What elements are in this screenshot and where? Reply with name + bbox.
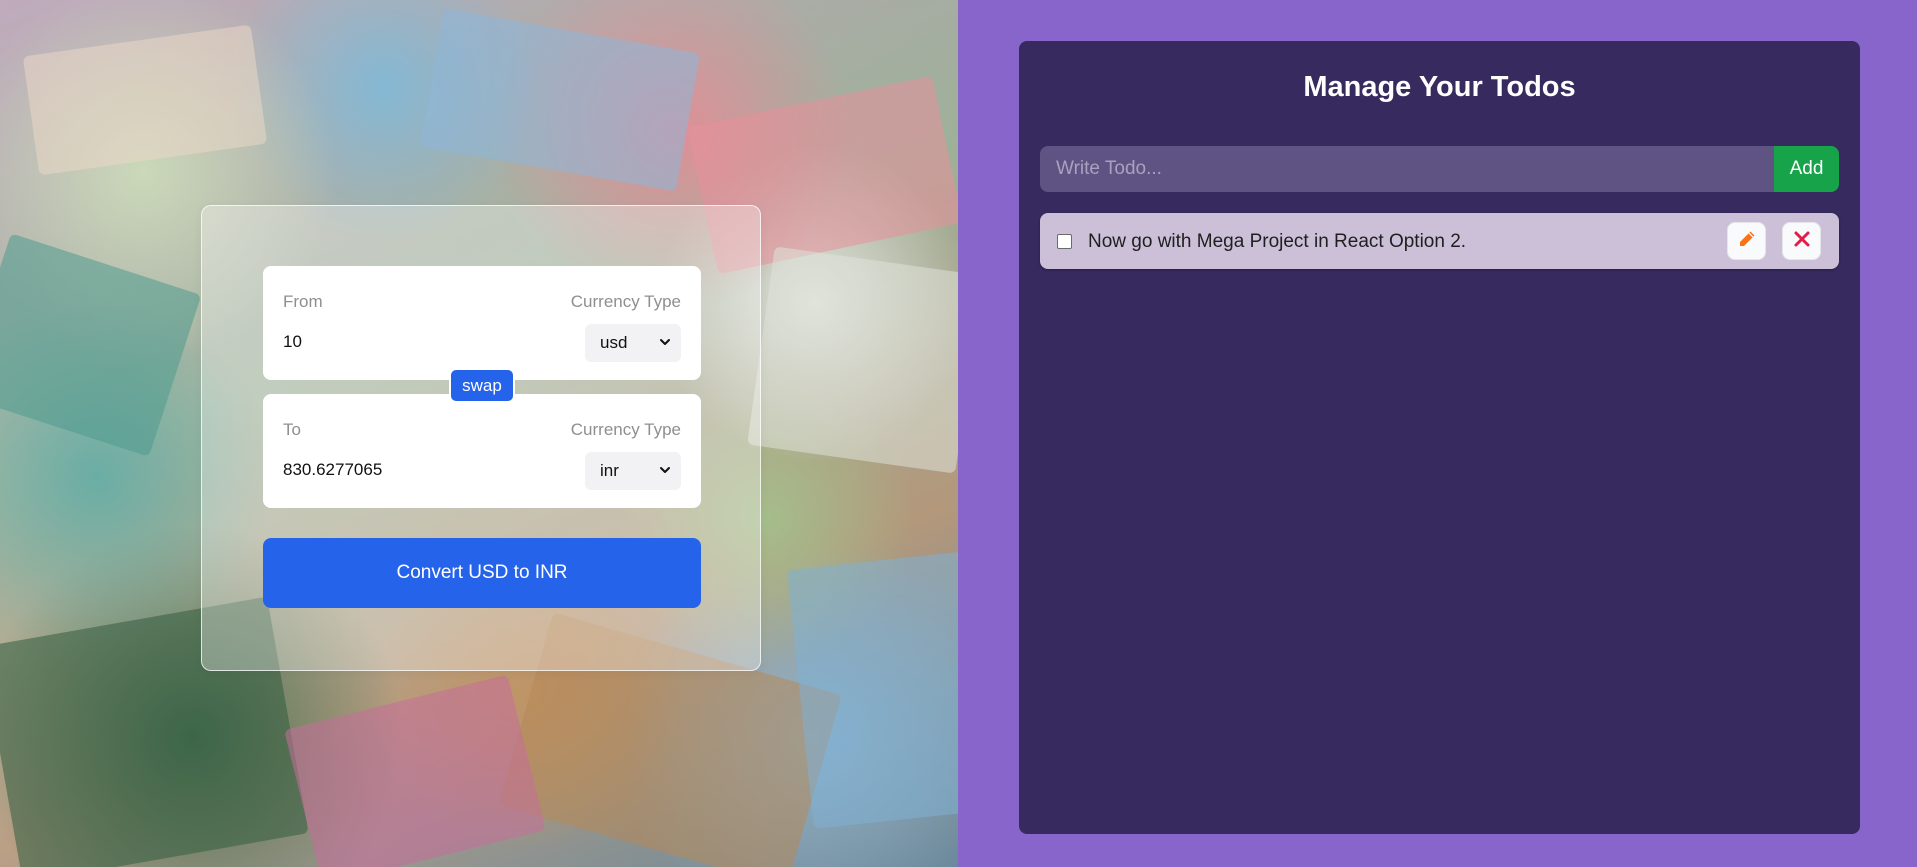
from-amount-input[interactable]: 10: [283, 332, 302, 352]
swap-button[interactable]: swap: [449, 368, 515, 403]
banknote-decoration: [786, 551, 958, 829]
to-currency-type-label: Currency Type: [570, 420, 681, 439]
todo-item: Now go with Mega Project in React Option…: [1040, 213, 1839, 269]
add-todo-button[interactable]: Add: [1774, 146, 1839, 192]
banknote-decoration: [747, 246, 958, 474]
convert-button[interactable]: Convert USD to INR: [263, 538, 701, 608]
todo-checkbox[interactable]: [1057, 234, 1072, 249]
banknote-decoration: [22, 24, 268, 176]
to-amount-box: To Currency Type 830.6277065 inr: [263, 394, 701, 508]
converter-card: From Currency Type 10 usd To Currency Ty…: [201, 205, 761, 671]
to-amount-input[interactable]: 830.6277065: [283, 460, 382, 480]
page-title: Manage Your Todos: [1303, 71, 1576, 103]
to-label: To: [283, 420, 301, 439]
to-currency-value: inr: [600, 461, 619, 480]
close-icon: [1792, 229, 1812, 254]
edit-todo-button[interactable]: [1727, 222, 1766, 260]
pencil-icon: [1737, 229, 1757, 254]
todo-input[interactable]: Write Todo...: [1040, 146, 1774, 192]
banknote-decoration: [419, 8, 701, 192]
from-amount-box: From Currency Type 10 usd: [263, 266, 701, 380]
from-currency-select[interactable]: usd: [585, 324, 681, 362]
chevron-down-icon: [659, 452, 671, 505]
from-currency-type-label: Currency Type: [570, 292, 681, 311]
to-currency-select[interactable]: inr: [585, 452, 681, 490]
currency-background: From Currency Type 10 usd To Currency Ty…: [0, 0, 958, 867]
banknote-decoration: [0, 233, 202, 457]
banknote-decoration: [284, 674, 546, 867]
from-currency-value: usd: [600, 333, 628, 352]
delete-todo-button[interactable]: [1782, 222, 1821, 260]
todo-panel: Manage Your Todos Write Todo... Add Now …: [1019, 41, 1860, 834]
todo-text[interactable]: Now go with Mega Project in React Option…: [1088, 231, 1466, 253]
from-label: From: [283, 292, 323, 311]
chevron-down-icon: [659, 324, 671, 377]
